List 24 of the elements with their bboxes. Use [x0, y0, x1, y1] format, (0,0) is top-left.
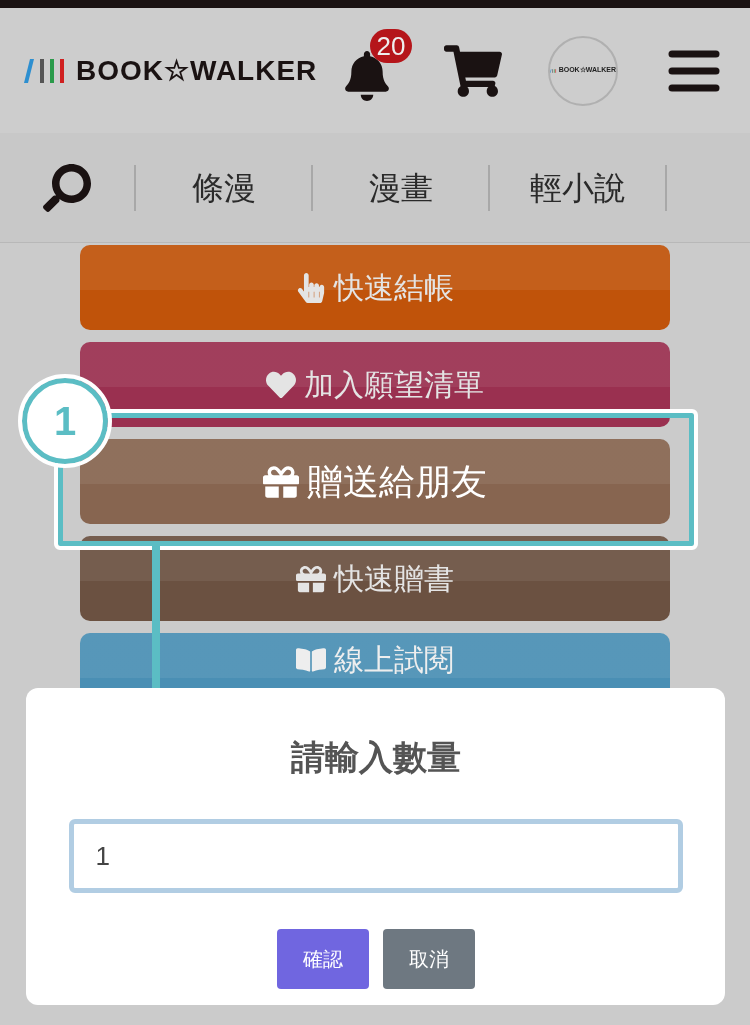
- action-button[interactable]: 贈送給朋友: [80, 439, 670, 524]
- category-tab[interactable]: 漫畫: [368, 163, 433, 212]
- quantity-input[interactable]: 1: [68, 819, 683, 893]
- button-label: 線上試閱: [334, 642, 454, 678]
- button-label: 快速贈書: [334, 561, 454, 597]
- notification-badge: 20: [370, 28, 412, 63]
- category-tab[interactable]: 條漫: [191, 163, 256, 212]
- dialog-title: 請輸入數量: [290, 737, 461, 778]
- button-label: 加入願望清單: [304, 367, 484, 403]
- gift-icon: [296, 563, 326, 594]
- logo-icon: [550, 67, 557, 74]
- pointer-hand-icon: [296, 272, 326, 303]
- button-label: 快速結帳: [334, 270, 454, 306]
- search-icon[interactable]: [43, 163, 91, 212]
- button-label: 贈送給朋友: [307, 459, 487, 504]
- logo-text[interactable]: BOOK☆WALKER: [76, 49, 318, 92]
- category-tab[interactable]: 輕小說: [529, 163, 626, 212]
- confirm-button[interactable]: 確認: [276, 929, 369, 989]
- action-button[interactable]: 快速結帳: [80, 245, 670, 330]
- heart-icon: [266, 369, 296, 400]
- cancel-button[interactable]: 取消: [382, 929, 475, 989]
- cart-icon[interactable]: [444, 43, 502, 98]
- menu-icon[interactable]: [668, 48, 720, 93]
- gift-icon: [263, 463, 299, 500]
